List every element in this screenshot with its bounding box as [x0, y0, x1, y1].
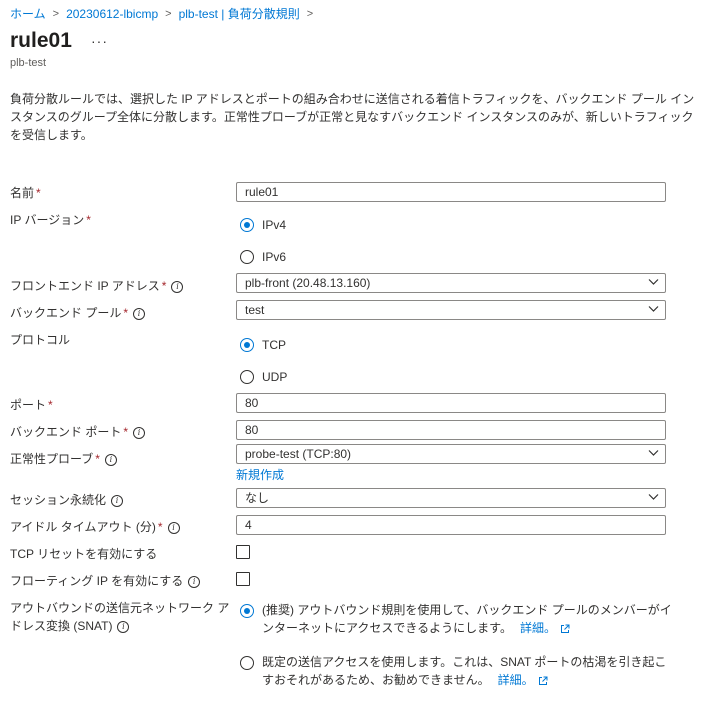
chevron-down-icon	[648, 306, 659, 312]
health-probe-value: probe-test (TCP:80)	[245, 447, 352, 461]
snat-option-outbound-radio[interactable]	[240, 604, 254, 618]
radio-button-selected[interactable]	[240, 218, 254, 232]
info-icon[interactable]: i	[188, 575, 201, 588]
backend-port-input[interactable]: 80	[236, 420, 666, 440]
frontend-ip-label: フロントエンド IP アドレス * i	[10, 277, 184, 294]
radio-ipv6[interactable]: IPv6	[240, 250, 286, 264]
chevron-down-icon	[648, 279, 659, 285]
required-marker: *	[157, 520, 163, 534]
health-probe-label: 正常性プローブ * i	[10, 450, 117, 467]
chevron-right-icon: >	[306, 7, 314, 20]
backend-pool-select[interactable]: test	[236, 300, 666, 320]
chevron-down-icon	[648, 494, 659, 500]
health-probe-label-text: 正常性プローブ	[10, 452, 94, 466]
breadcrumb-load-balancing-rules[interactable]: plb-test | 負荷分散規則	[179, 5, 300, 22]
required-marker: *	[123, 306, 129, 320]
port-label-text: ポート	[10, 398, 47, 412]
floating-ip-label-text: フローティング IP を有効にする	[10, 574, 184, 588]
snat-label-line2: ドレス変換 (SNAT)	[10, 619, 113, 633]
page-title: rule01	[10, 29, 72, 52]
learn-more-link[interactable]: 詳細。	[498, 673, 534, 687]
required-marker: *	[161, 279, 167, 293]
floating-ip-label: フローティング IP を有効にする i	[10, 572, 201, 589]
snat-option-default-radio[interactable]	[240, 656, 254, 670]
chevron-down-icon	[648, 450, 659, 456]
radio-tcp[interactable]: TCP	[240, 338, 286, 352]
info-icon[interactable]: i	[111, 494, 124, 507]
ip-version-label-text: IP バージョン	[10, 213, 85, 227]
name-label: 名前 *	[10, 184, 41, 201]
radio-button[interactable]	[240, 250, 254, 264]
external-link-icon	[560, 624, 570, 633]
radio-tcp-label: TCP	[262, 338, 286, 352]
floating-ip-checkbox[interactable]	[236, 572, 250, 586]
radio-button-selected[interactable]	[240, 604, 254, 618]
snat-option-outbound-line2: ンターネットにアクセスできるようにします。	[262, 621, 512, 635]
name-label-text: 名前	[10, 186, 35, 200]
info-icon[interactable]: i	[133, 426, 146, 439]
breadcrumb-resource-group[interactable]: 20230612-lbicmp	[66, 7, 158, 21]
session-persistence-value: なし	[245, 491, 270, 505]
snat-option-outbound-line1: (推奨) アウトバウンド規則を使用して、バックエンド プールのメンバーがイ	[262, 603, 672, 617]
external-link-icon	[538, 676, 548, 685]
idle-timeout-label: アイドル タイムアウト (分) * i	[10, 518, 180, 535]
breadcrumb: ホーム > 20230612-lbicmp > plb-test | 負荷分散規…	[10, 5, 320, 22]
info-icon[interactable]: i	[117, 620, 130, 633]
required-marker: *	[123, 425, 129, 439]
name-input[interactable]: rule01	[236, 182, 666, 202]
info-icon[interactable]: i	[133, 307, 146, 320]
radio-udp-label: UDP	[262, 370, 288, 384]
backend-port-label: バックエンド ポート * i	[10, 423, 146, 440]
frontend-ip-select[interactable]: plb-front (20.48.13.160)	[236, 273, 666, 293]
more-options-button[interactable]: ···	[91, 33, 108, 49]
description-text: 負荷分散ルールでは、選択した IP アドレスとポートの組み合わせに送信される着信…	[10, 92, 695, 142]
info-icon[interactable]: i	[167, 521, 180, 534]
protocol-label: プロトコル	[10, 333, 71, 347]
snat-label-line1: アウトバウンドの送信元ネットワーク ア	[10, 601, 230, 615]
required-marker: *	[86, 213, 91, 227]
frontend-ip-label-text: フロントエンド IP アドレス	[10, 279, 160, 293]
snat-option-default-line2: すおそれがあるため、お勧めできません。	[262, 673, 490, 687]
snat-option-outbound[interactable]: (推奨) アウトバウンド規則を使用して、バックエンド プールのメンバーがイ ンタ…	[262, 601, 702, 637]
info-icon[interactable]: i	[104, 453, 117, 466]
backend-pool-label: バックエンド プール * i	[10, 304, 146, 321]
page-subtitle: plb-test	[10, 57, 47, 69]
chevron-right-icon: >	[52, 7, 60, 20]
backend-pool-label-text: バックエンド プール	[10, 306, 122, 320]
required-marker: *	[48, 398, 53, 412]
radio-ipv4[interactable]: IPv4	[240, 218, 286, 232]
snat-option-default[interactable]: 既定の送信アクセスを使用します。これは、SNAT ポートの枯渇を引き起こ すおそ…	[262, 653, 702, 689]
session-persistence-select[interactable]: なし	[236, 488, 666, 508]
port-label: ポート *	[10, 396, 53, 413]
idle-timeout-input[interactable]: 4	[236, 515, 666, 535]
radio-button[interactable]	[240, 656, 254, 670]
snat-option-default-line1: 既定の送信アクセスを使用します。これは、SNAT ポートの枯渇を引き起こ	[262, 655, 667, 669]
learn-more-link[interactable]: 詳細。	[520, 621, 556, 635]
health-probe-select[interactable]: probe-test (TCP:80)	[236, 444, 666, 464]
ip-version-label: IP バージョン *	[10, 211, 91, 228]
tcp-reset-checkbox[interactable]	[236, 545, 250, 559]
backend-pool-value: test	[245, 303, 265, 317]
tcp-reset-label: TCP リセットを有効にする	[10, 547, 158, 561]
radio-ipv4-label: IPv4	[262, 218, 287, 232]
chevron-right-icon: >	[165, 7, 172, 20]
create-new-probe-link[interactable]: 新規作成	[236, 466, 284, 483]
port-input[interactable]: 80	[236, 393, 666, 413]
backend-port-label-text: バックエンド ポート	[10, 425, 122, 439]
required-marker: *	[95, 452, 100, 466]
radio-udp[interactable]: UDP	[240, 370, 287, 384]
radio-button-selected[interactable]	[240, 338, 254, 352]
info-icon[interactable]: i	[171, 280, 184, 293]
breadcrumb-home[interactable]: ホーム	[10, 5, 46, 22]
snat-label: アウトバウンドの送信元ネットワーク ア ドレス変換 (SNAT) i	[10, 599, 229, 635]
required-marker: *	[36, 186, 41, 200]
session-persistence-label-text: セッション永続化	[10, 493, 107, 507]
idle-timeout-label-text: アイドル タイムアウト (分)	[10, 520, 156, 534]
radio-ipv6-label: IPv6	[262, 250, 287, 264]
session-persistence-label: セッション永続化 i	[10, 491, 124, 508]
frontend-ip-value: plb-front (20.48.13.160)	[245, 276, 371, 290]
radio-button[interactable]	[240, 370, 254, 384]
